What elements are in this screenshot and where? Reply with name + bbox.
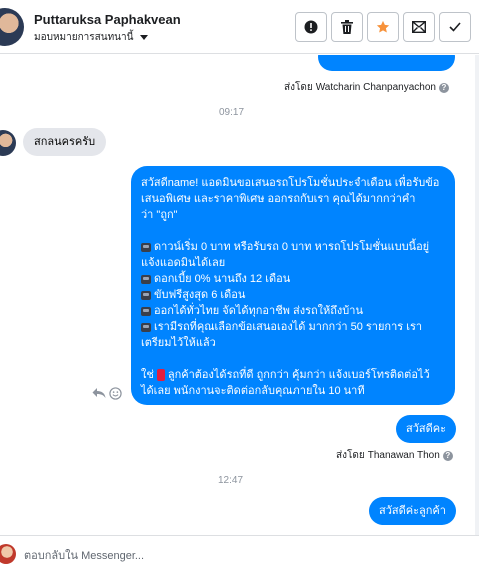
mark-unread-button[interactable] xyxy=(403,12,435,42)
promo-line: แจ้งแอดมินได้เลย xyxy=(141,257,226,269)
promo-line: ใช่ ลูกค้าต้องได้รถที่ดี ถูกกว่า คุ้มกว่า… xyxy=(141,367,445,383)
message-bubble-incoming[interactable]: สกลนครครับ xyxy=(23,128,107,156)
message-text: สกลนครครับ xyxy=(34,136,96,148)
promo-text: ใช่ xyxy=(141,369,154,381)
car-icon xyxy=(141,274,151,284)
reply-input[interactable]: ตอบกลับใน Messenger... xyxy=(24,546,144,564)
star-button[interactable] xyxy=(367,12,399,42)
sender-name: Watcharin Chanpanyachon xyxy=(315,82,436,93)
sent-by-prefix: ส่งโดย xyxy=(336,450,365,461)
promo-bullet: ขับฟรีสูงสุด 6 เดือน xyxy=(141,287,445,303)
sent-by-label: ส่งโดย Watcharin Chanpanyachon ? xyxy=(284,80,449,95)
mark-spam-button[interactable] xyxy=(295,12,327,42)
bullet-text: ดอกเบี้ย 0% นานถึง 12 เดือน xyxy=(154,273,291,285)
message-thread[interactable]: ส่งโดย Watcharin Chanpanyachon ? 09:17 ส… xyxy=(0,55,479,535)
chevron-down-icon xyxy=(140,35,149,40)
help-icon[interactable]: ? xyxy=(442,450,453,461)
sent-by-label: ส่งโดย Thanawan Thon ? xyxy=(336,448,453,463)
trash-icon xyxy=(341,20,353,34)
mark-done-button[interactable] xyxy=(439,12,471,42)
promo-bullet: ดาวน์เริ่ม 0 บาท หรือรับรถ 0 บาท หารถโปร… xyxy=(141,239,445,255)
assign-conversation-dropdown[interactable]: มอบหมายการสนทนานี้ xyxy=(34,30,149,45)
bullet-text: ออกได้ทั่วไทย จัดได้ทุกอาชีพ ส่งรถให้ถึง… xyxy=(154,305,363,317)
promo-text: ลูกค้าต้องได้รถที่ดี ถูกกว่า คุ้มกว่า แจ… xyxy=(167,369,430,381)
help-icon[interactable]: ? xyxy=(438,82,449,93)
promo-bullet: ดอกเบี้ย 0% นานถึง 12 เดือน xyxy=(141,271,445,287)
star-icon xyxy=(376,20,390,33)
message-text: สวัสดีค่ะลูกค้า xyxy=(379,505,446,517)
car-icon xyxy=(141,322,151,332)
timestamp: 09:17 xyxy=(219,107,245,118)
spam-icon xyxy=(304,20,318,34)
reply-icon[interactable] xyxy=(92,387,106,399)
promo-line: ว่า "ถูก" xyxy=(141,209,178,221)
promo-bullet: เรามีรถที่คุณเลือกข้อเสนอเองได้ มากกว่า … xyxy=(141,319,445,335)
message-bubble-outgoing[interactable]: สวัสดีname! แอดมินขอเสนอรถโปรโมชั่นประจำ… xyxy=(131,166,455,405)
message-bubble-outgoing[interactable] xyxy=(318,55,455,71)
pin-icon xyxy=(156,369,165,381)
reply-composer[interactable]: ตอบกลับใน Messenger... xyxy=(0,535,479,573)
check-icon xyxy=(449,22,461,32)
delete-button[interactable] xyxy=(331,12,363,42)
conversation-header: Puttaruksa Paphakvean มอบหมายการสนทนานี้ xyxy=(0,0,479,54)
mail-icon xyxy=(412,21,426,33)
scrollbar[interactable] xyxy=(475,55,479,535)
promo-line: เสนอพิเศษ และราคาพิเศษ ออกรถกับเรา คุณได… xyxy=(141,193,416,205)
message-text: สวัสดีคะ xyxy=(406,423,447,435)
message-bubble-outgoing[interactable]: สวัสดีคะ xyxy=(396,415,457,443)
emoji-reaction-icon[interactable] xyxy=(109,387,122,400)
promo-line: เตรียมไว้ให้แล้ว xyxy=(141,337,216,349)
promo-bullet: ออกได้ทั่วไทย จัดได้ทุกอาชีพ ส่งรถให้ถึง… xyxy=(141,303,445,319)
bullet-text: เรามีรถที่คุณเลือกข้อเสนอเองได้ มากกว่า … xyxy=(154,321,423,333)
assign-label: มอบหมายการสนทนานี้ xyxy=(34,32,134,43)
car-icon xyxy=(141,306,151,316)
avatar[interactable] xyxy=(0,8,24,46)
car-icon xyxy=(141,290,151,300)
timestamp: 12:47 xyxy=(218,475,244,486)
promo-line: ได้เลย พนักงานจะติดต่อกลับคุณภายใน 10 นา… xyxy=(141,385,365,397)
contact-name[interactable]: Puttaruksa Paphakvean xyxy=(34,12,181,27)
bullet-text: ดาวน์เริ่ม 0 บาท หรือรับรถ 0 บาท หารถโปร… xyxy=(154,241,430,253)
promo-line: สวัสดีname! แอดมินขอเสนอรถโปรโมชั่นประจำ… xyxy=(141,177,440,189)
bullet-text: ขับฟรีสูงสุด 6 เดือน xyxy=(154,289,246,301)
sender-name: Thanawan Thon xyxy=(367,450,440,461)
page-avatar xyxy=(0,544,16,566)
message-bubble-outgoing[interactable]: สวัสดีค่ะลูกค้า xyxy=(369,497,456,525)
car-icon xyxy=(141,242,151,252)
contact-avatar-small xyxy=(0,130,16,156)
sent-by-prefix: ส่งโดย xyxy=(284,82,313,93)
